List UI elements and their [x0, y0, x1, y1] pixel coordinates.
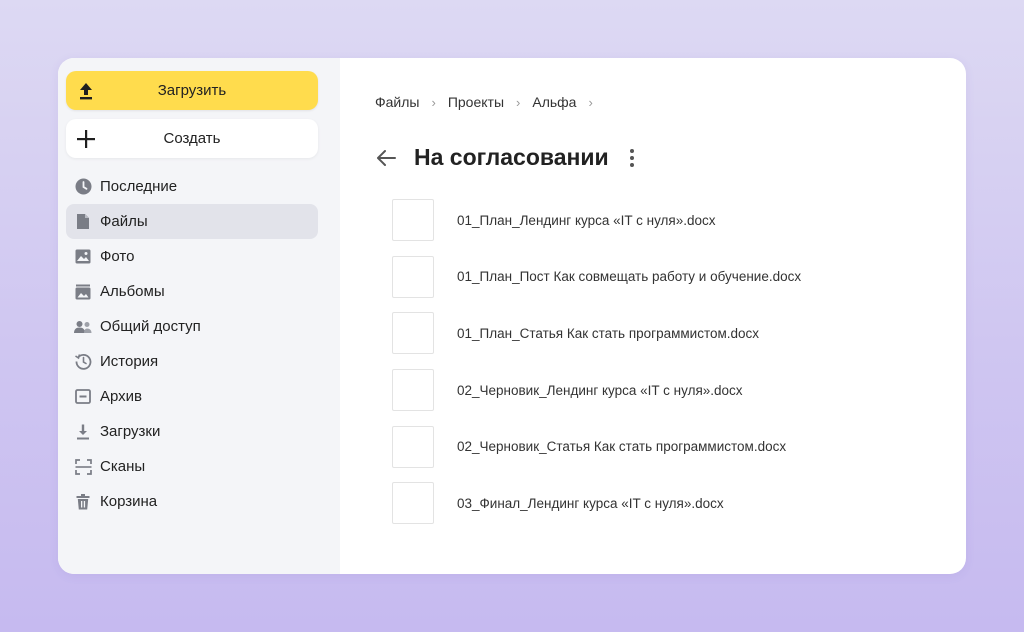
- albums-icon: [74, 283, 92, 301]
- file-row[interactable]: 02_Черновик_Лендинг курса «IT с нуля».do…: [392, 362, 801, 419]
- sidebar-item-label: Альбомы: [100, 283, 165, 300]
- chevron-right-icon: ›: [516, 94, 521, 110]
- file-thumbnail: [392, 255, 434, 298]
- sidebar-item-label: История: [100, 353, 159, 370]
- download-icon: [74, 423, 92, 441]
- main-content: Файлы › Проекты › Альфа › На согласовани…: [340, 58, 966, 574]
- title-row: На согласовании: [375, 144, 635, 171]
- file-icon: [74, 213, 92, 231]
- sidebar: Загрузить Создать Последние Файлы Фото А…: [58, 58, 340, 574]
- sidebar-item-downloads[interactable]: Загрузки: [66, 414, 318, 449]
- sidebar-item-label: Общий доступ: [100, 318, 201, 335]
- clock-icon: [74, 178, 92, 196]
- breadcrumb-item-projects[interactable]: Проекты: [448, 94, 504, 110]
- upload-icon: [80, 83, 92, 100]
- scan-icon: [74, 458, 92, 476]
- sidebar-item-label: Последние: [100, 178, 178, 195]
- create-button[interactable]: Создать: [66, 119, 318, 158]
- file-row[interactable]: 02_Черновик_Статья Как стать программист…: [392, 418, 801, 475]
- sidebar-item-archive[interactable]: Архив: [66, 379, 318, 414]
- file-row[interactable]: 03_Финал_Лендинг курса «IT с нуля».docx: [392, 475, 801, 532]
- sidebar-item-recent[interactable]: Последние: [66, 169, 318, 204]
- page-title: На согласовании: [414, 144, 609, 170]
- sidebar-item-scans[interactable]: Сканы: [66, 449, 318, 484]
- sidebar-item-label: Сканы: [100, 458, 146, 475]
- file-list: 01_План_Лендинг курса «IT с нуля».docx 0…: [392, 192, 801, 532]
- file-row[interactable]: 01_План_Лендинг курса «IT с нуля».docx: [392, 192, 801, 249]
- file-thumbnail: [392, 425, 434, 468]
- file-name: 01_План_Лендинг курса «IT с нуля».docx: [457, 212, 716, 228]
- file-row[interactable]: 01_План_Статья Как стать программистом.d…: [392, 305, 801, 362]
- sidebar-item-albums[interactable]: Альбомы: [66, 274, 318, 309]
- file-name: 02_Черновик_Статья Как стать программист…: [457, 439, 787, 455]
- more-vertical-icon[interactable]: [629, 148, 635, 168]
- file-thumbnail: [392, 482, 434, 525]
- file-name: 02_Черновик_Лендинг курса «IT с нуля».do…: [457, 382, 743, 398]
- sidebar-item-files[interactable]: Файлы: [66, 204, 318, 239]
- sidebar-item-label: Загрузки: [100, 423, 161, 440]
- sidebar-item-trash[interactable]: Корзина: [66, 484, 318, 519]
- sidebar-item-shared[interactable]: Общий доступ: [66, 309, 318, 344]
- sidebar-nav: Последние Файлы Фото Альбомы Общий досту…: [66, 169, 318, 519]
- plus-icon: [77, 130, 95, 148]
- upload-button[interactable]: Загрузить: [66, 71, 318, 110]
- file-name: 01_План_Пост Как совмещать работу и обуч…: [457, 269, 802, 285]
- chevron-right-icon[interactable]: ›: [588, 95, 592, 110]
- sidebar-item-label: Фото: [100, 248, 135, 265]
- file-row[interactable]: 01_План_Пост Как совмещать работу и обуч…: [392, 249, 801, 306]
- breadcrumb-item-files[interactable]: Файлы: [375, 94, 419, 110]
- back-arrow-icon[interactable]: [375, 147, 397, 169]
- shared-icon: [74, 318, 92, 336]
- upload-button-label: Загрузить: [157, 82, 227, 99]
- photo-icon: [74, 248, 92, 266]
- breadcrumb-item-alpha[interactable]: Альфа: [532, 94, 576, 110]
- sidebar-item-history[interactable]: История: [66, 344, 318, 379]
- disk-window: Загрузить Создать Последние Файлы Фото А…: [58, 58, 966, 574]
- file-name: 03_Финал_Лендинг курса «IT с нуля».docx: [457, 495, 724, 511]
- trash-icon: [74, 493, 92, 511]
- sidebar-item-label: Файлы: [100, 213, 148, 230]
- history-icon: [74, 353, 92, 371]
- file-thumbnail: [392, 199, 434, 242]
- archive-icon: [74, 388, 92, 406]
- file-name: 01_План_Статья Как стать программистом.d…: [457, 325, 760, 341]
- breadcrumb: Файлы › Проекты › Альфа ›: [375, 94, 605, 110]
- sidebar-item-label: Архив: [100, 388, 143, 405]
- create-button-label: Создать: [163, 130, 221, 147]
- file-thumbnail: [392, 369, 434, 412]
- sidebar-item-photo[interactable]: Фото: [66, 239, 318, 274]
- file-thumbnail: [392, 312, 434, 355]
- sidebar-item-label: Корзина: [100, 493, 158, 510]
- chevron-right-icon: ›: [431, 94, 436, 110]
